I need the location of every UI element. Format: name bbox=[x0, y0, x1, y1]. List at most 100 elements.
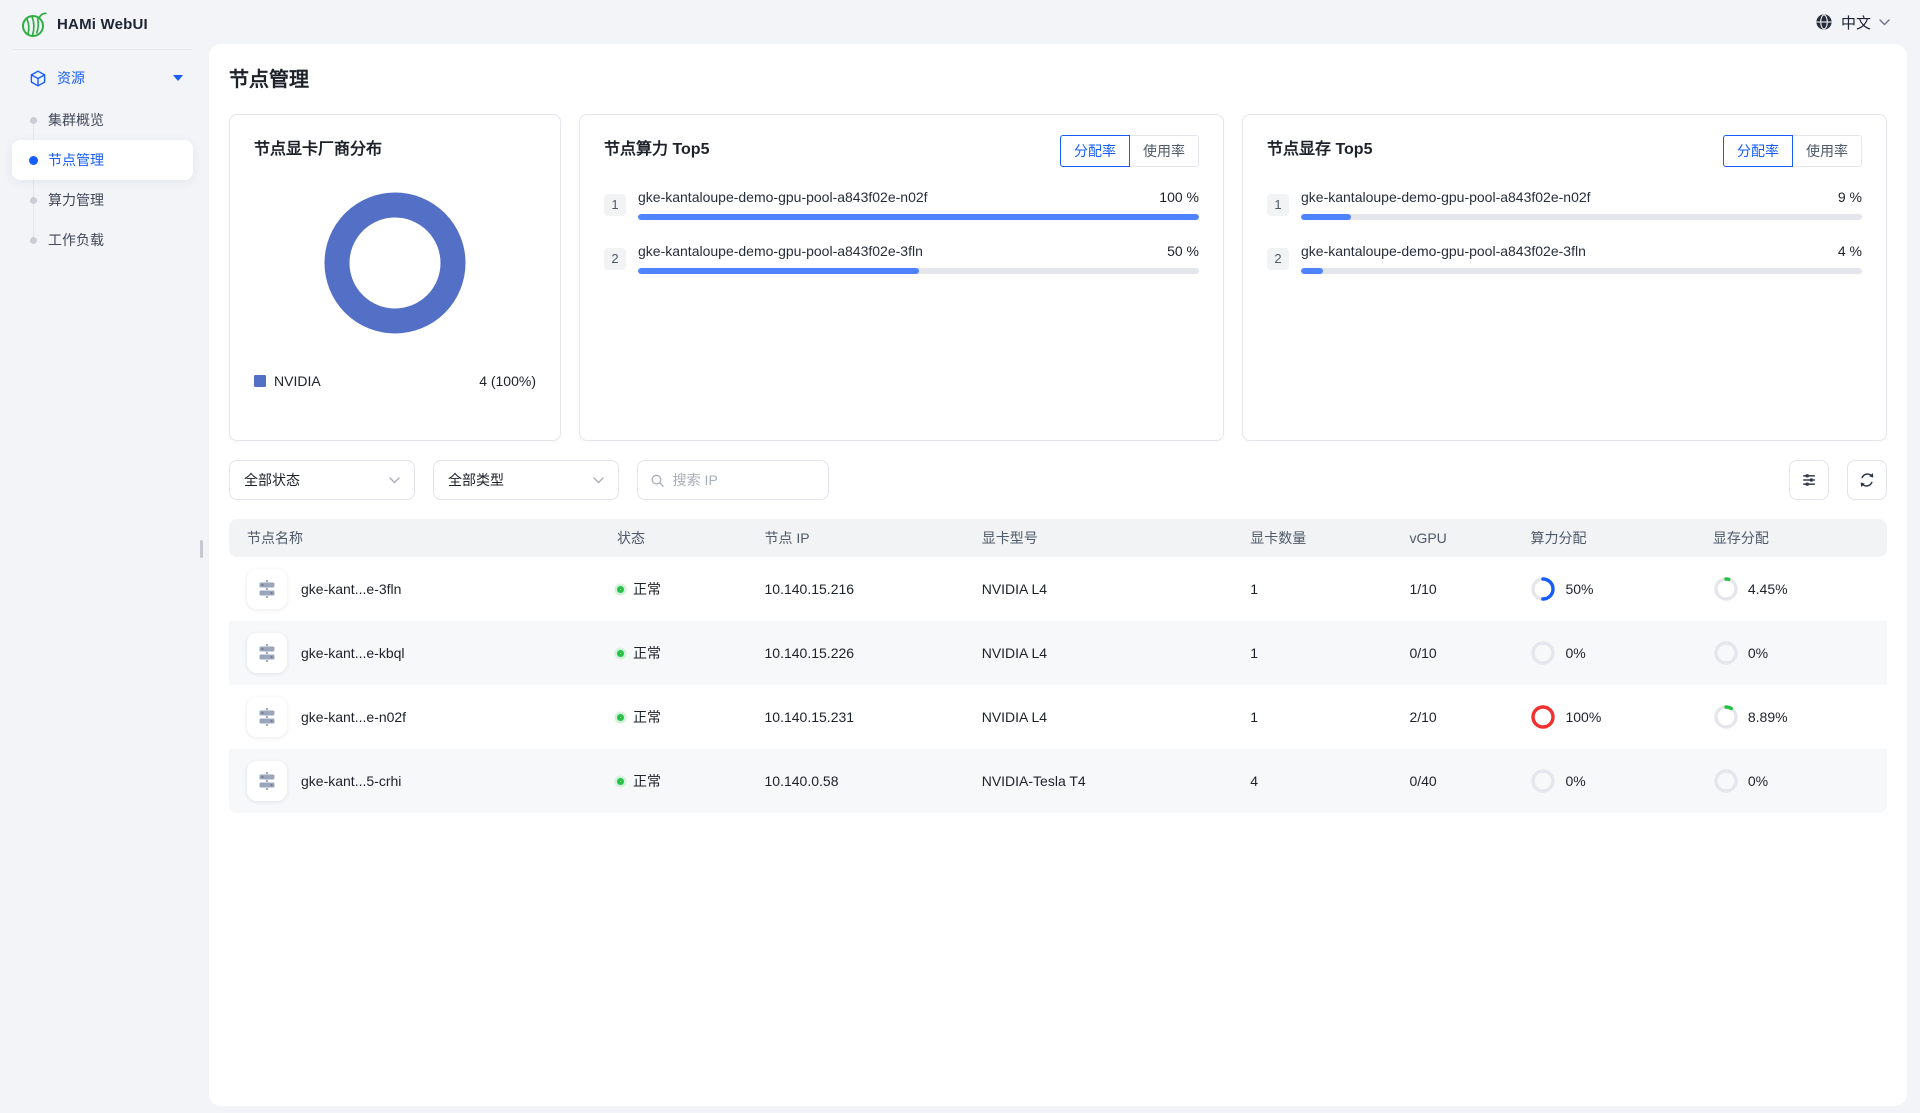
list-item: 1 gke-kantaloupe-demo-gpu-pool-a843f02e-… bbox=[1267, 189, 1862, 220]
progress-ring-icon bbox=[1713, 768, 1739, 794]
type-filter-select[interactable]: 全部类型 bbox=[433, 460, 619, 500]
node-name: gke-kantaloupe-demo-gpu-pool-a843f02e-3f… bbox=[638, 243, 923, 259]
summary-cards: 节点显卡厂商分布 NVIDIA 4 (100%) bbox=[229, 114, 1887, 441]
brand-title: HAMi WebUI bbox=[57, 16, 148, 33]
topbar: 中文 bbox=[205, 0, 1920, 44]
progress-fill bbox=[1301, 268, 1323, 274]
sidebar-item-compute-management[interactable]: 算力管理 bbox=[12, 180, 193, 220]
server-node-icon bbox=[256, 642, 278, 664]
main-area: 中文 节点管理 节点显卡厂商分布 bbox=[205, 0, 1920, 1113]
sidebar-group-resources[interactable]: 资源 bbox=[12, 56, 193, 100]
table-body: gke-kant...e-3fln 正常 10.140.15.216 NVIDI… bbox=[229, 557, 1887, 813]
ip-search-input[interactable] bbox=[673, 472, 816, 488]
vendor-card-title: 节点显卡厂商分布 bbox=[254, 135, 536, 159]
memory-alloc-value: 4.45% bbox=[1748, 581, 1788, 597]
vgpu-value: 1/10 bbox=[1409, 581, 1530, 597]
legend-value: 4 (100%) bbox=[479, 373, 536, 389]
content-panel: 节点管理 节点显卡厂商分布 NVIDIA bbox=[209, 44, 1907, 1106]
status-label: 正常 bbox=[633, 707, 661, 727]
gpu-model: NVIDIA L4 bbox=[982, 581, 1251, 597]
compute-alloc-value: 50% bbox=[1565, 581, 1593, 597]
node-ip: 10.140.0.58 bbox=[765, 773, 982, 789]
page-title: 节点管理 bbox=[229, 66, 1887, 94]
col-node-name: 节点名称 bbox=[229, 528, 617, 548]
sidebar-item-cluster-overview[interactable]: 集群概览 bbox=[12, 100, 193, 140]
node-value: 9 % bbox=[1838, 189, 1862, 205]
sidebar-item-label: 集群概览 bbox=[48, 110, 104, 130]
donut-legend: NVIDIA 4 (100%) bbox=[254, 373, 536, 389]
sidebar-item-node-management[interactable]: 节点管理 bbox=[12, 140, 193, 180]
sidebar-group-label: 资源 bbox=[57, 68, 162, 88]
vgpu-value: 0/10 bbox=[1409, 645, 1530, 661]
list-item: 1 gke-kantaloupe-demo-gpu-pool-a843f02e-… bbox=[604, 189, 1199, 220]
table-row[interactable]: gke-kant...5-crhi 正常 10.140.0.58 NVIDIA-… bbox=[229, 749, 1887, 813]
vgpu-value: 0/40 bbox=[1409, 773, 1530, 789]
sidebar: HAMi WebUI 资源 集群概览 节点管理 算力管理 bbox=[0, 0, 205, 1113]
nodes-table: 节点名称 状态 节点 IP 显卡型号 显卡数量 vGPU 算力分配 显存分配 bbox=[229, 519, 1887, 813]
tree-dot bbox=[29, 156, 38, 165]
legend-label: NVIDIA bbox=[274, 373, 479, 389]
compute-alloc-cell: 50% bbox=[1530, 576, 1712, 602]
status-label: 正常 bbox=[633, 643, 661, 663]
compute-top5-card: 节点算力 Top5 分配率 使用率 1 gke-kantaloupe-demo-… bbox=[579, 114, 1224, 441]
list-item: 2 gke-kantaloupe-demo-gpu-pool-a843f02e-… bbox=[604, 243, 1199, 274]
progress-ring-icon bbox=[1530, 640, 1556, 666]
sidebar-item-workloads[interactable]: 工作负载 bbox=[12, 220, 193, 260]
compute-toggle-allocation[interactable]: 分配率 bbox=[1060, 135, 1130, 167]
progress-ring-icon bbox=[1530, 576, 1556, 602]
compute-alloc-value: 0% bbox=[1565, 773, 1585, 789]
rank-badge: 2 bbox=[1267, 248, 1289, 270]
filter-bar: 全部状态 全部类型 bbox=[229, 460, 1887, 500]
tree-dot bbox=[30, 197, 37, 204]
col-memory-alloc: 显存分配 bbox=[1713, 528, 1887, 548]
vendor-donut-chart bbox=[254, 183, 536, 343]
tree-dot bbox=[30, 237, 37, 244]
col-node-ip: 节点 IP bbox=[765, 528, 982, 548]
compute-alloc-value: 0% bbox=[1565, 645, 1585, 661]
progress-track bbox=[638, 214, 1199, 220]
gpu-count: 4 bbox=[1250, 773, 1409, 789]
refresh-button[interactable] bbox=[1847, 460, 1887, 500]
language-selector[interactable]: 中文 bbox=[1815, 12, 1890, 33]
vendor-distribution-card: 节点显卡厂商分布 NVIDIA 4 (100%) bbox=[229, 114, 561, 441]
progress-fill bbox=[638, 268, 919, 274]
progress-ring-icon bbox=[1530, 704, 1556, 730]
table-header: 节点名称 状态 节点 IP 显卡型号 显卡数量 vGPU 算力分配 显存分配 bbox=[229, 519, 1887, 557]
table-row[interactable]: gke-kant...e-kbql 正常 10.140.15.226 NVIDI… bbox=[229, 621, 1887, 685]
status-filter-value: 全部状态 bbox=[244, 470, 389, 490]
status-ok-icon bbox=[617, 778, 624, 785]
column-settings-button[interactable] bbox=[1789, 460, 1829, 500]
chevron-down-icon bbox=[1879, 19, 1890, 26]
status-filter-select[interactable]: 全部状态 bbox=[229, 460, 415, 500]
node-name: gke-kant...e-kbql bbox=[301, 645, 405, 661]
table-row[interactable]: gke-kant...e-n02f 正常 10.140.15.231 NVIDI… bbox=[229, 685, 1887, 749]
tree-dot bbox=[30, 117, 37, 124]
list-item: 2 gke-kantaloupe-demo-gpu-pool-a843f02e-… bbox=[1267, 243, 1862, 274]
refresh-icon bbox=[1857, 470, 1877, 490]
status-ok-icon bbox=[617, 714, 624, 721]
scrollbar-thumb[interactable] bbox=[200, 540, 203, 558]
sidebar-item-label: 工作负载 bbox=[48, 230, 104, 250]
node-name: gke-kantaloupe-demo-gpu-pool-a843f02e-n0… bbox=[1301, 189, 1591, 205]
memory-toggle-allocation[interactable]: 分配率 bbox=[1723, 135, 1793, 167]
node-icon-box bbox=[247, 761, 287, 801]
app-root: HAMi WebUI 资源 集群概览 节点管理 算力管理 bbox=[0, 0, 1920, 1113]
status-label: 正常 bbox=[633, 579, 661, 599]
progress-track bbox=[638, 268, 1199, 274]
compute-toggle-usage[interactable]: 使用率 bbox=[1129, 135, 1199, 167]
memory-toggle-usage[interactable]: 使用率 bbox=[1792, 135, 1862, 167]
gpu-model: NVIDIA-Tesla T4 bbox=[982, 773, 1251, 789]
node-icon-box bbox=[247, 569, 287, 609]
progress-ring-icon bbox=[1530, 768, 1556, 794]
table-row[interactable]: gke-kant...e-3fln 正常 10.140.15.216 NVIDI… bbox=[229, 557, 1887, 621]
rank-badge: 1 bbox=[604, 194, 626, 216]
chevron-down-icon bbox=[389, 477, 400, 484]
node-value: 4 % bbox=[1838, 243, 1862, 259]
node-value: 50 % bbox=[1167, 243, 1199, 259]
gpu-count: 1 bbox=[1250, 645, 1409, 661]
gpu-count: 1 bbox=[1250, 581, 1409, 597]
sidebar-item-label: 节点管理 bbox=[48, 150, 104, 170]
sidebar-menu: 集群概览 节点管理 算力管理 工作负载 bbox=[12, 100, 193, 260]
col-gpu-count: 显卡数量 bbox=[1250, 528, 1409, 548]
compute-alloc-value: 100% bbox=[1565, 709, 1601, 725]
